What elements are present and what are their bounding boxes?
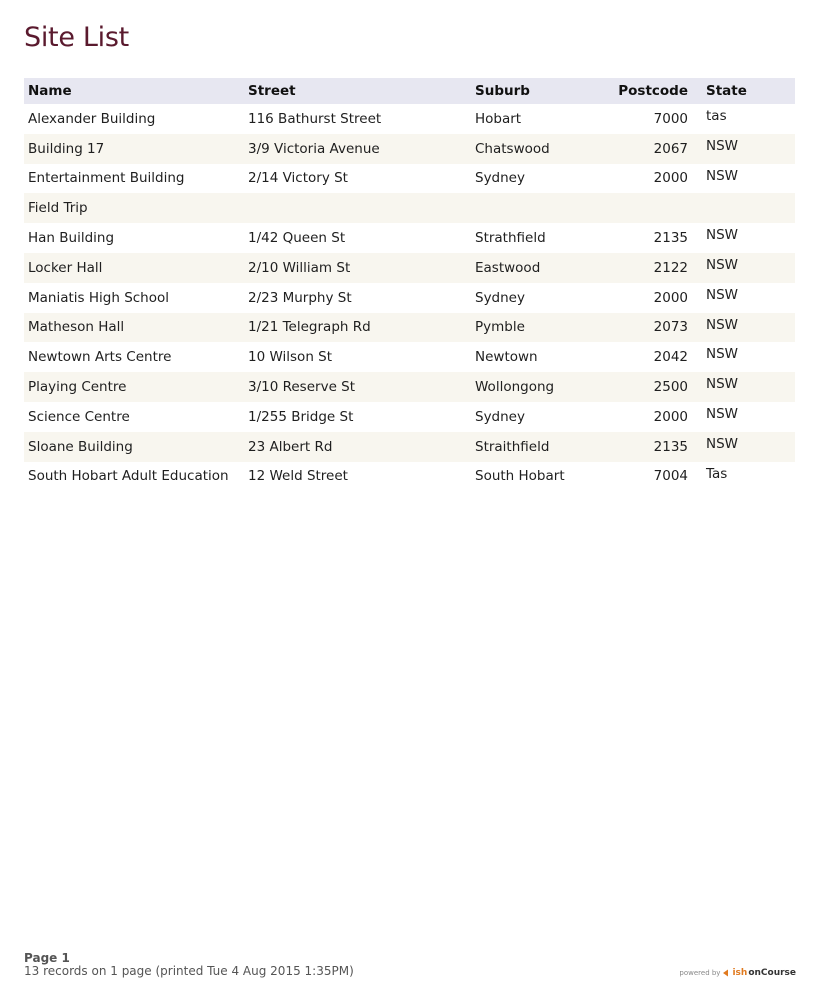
- table-body: Alexander Building 116 Bathurst Street Hob…: [24, 104, 795, 491]
- cell-suburb: Pymble: [471, 312, 601, 343]
- column-header-street: Street: [244, 78, 471, 104]
- cell-suburb: Hobart: [475, 110, 522, 127]
- cell-name: Building 17: [24, 133, 244, 164]
- column-header-postcode: Postcode: [601, 78, 702, 104]
- cell-street: 2/14 Victory St: [248, 170, 348, 187]
- cell-postcode: 7000: [653, 110, 688, 127]
- cell-street: 1/42 Queen St: [248, 230, 346, 247]
- cell-street: 3/10 Reserve St: [244, 372, 471, 402]
- cell-suburb: Sydney: [475, 289, 525, 306]
- cell-suburb: Chatswood: [471, 133, 601, 164]
- cell-name: Matheson Hall: [24, 312, 244, 343]
- cell-postcode: 2135: [601, 431, 702, 462]
- cell-name: Sloane Building: [24, 431, 244, 462]
- cell-state: [702, 193, 795, 224]
- cell-street: 10 Wilson St: [248, 349, 333, 366]
- powered-by-badge: powered by ish onCourse: [679, 968, 796, 978]
- powered-by-label: powered by: [679, 969, 721, 977]
- cell-postcode: 2073: [601, 312, 702, 343]
- cell-state: tas: [706, 108, 727, 124]
- cell-suburb: Eastwood: [471, 252, 601, 283]
- logo-oncourse-text: onCourse: [748, 968, 796, 978]
- table-row: Sloane Building 23 Albert Rd Straithfield 2…: [24, 431, 795, 462]
- cell-street: 2/10 William St: [244, 252, 471, 283]
- report-footer: Page 1 13 records on 1 page (printed Tue…: [24, 952, 354, 978]
- cell-suburb: Strathfield: [475, 230, 546, 247]
- cell-street: 116 Bathurst Street: [248, 110, 382, 127]
- cell-suburb: Sydney: [475, 170, 525, 187]
- cell-name: Han Building: [28, 230, 115, 247]
- column-header-suburb: Suburb: [471, 78, 601, 104]
- cell-street: [244, 193, 471, 224]
- cell-street: 2/23 Murphy St: [248, 289, 352, 306]
- cell-suburb: Newtown: [475, 349, 538, 366]
- table-row: Alexander Building 116 Bathurst Street Hob…: [24, 104, 795, 134]
- cell-postcode: 2042: [653, 349, 688, 366]
- cell-suburb: [471, 193, 601, 224]
- records-summary: 13 records on 1 page (printed Tue 4 Aug …: [24, 964, 354, 978]
- report-title: Site List: [24, 22, 129, 53]
- cell-suburb: Wollongong: [471, 372, 601, 402]
- cell-name: Field Trip: [24, 193, 244, 224]
- cell-state: NSW: [706, 405, 739, 422]
- cell-postcode: 2000: [653, 170, 688, 187]
- cell-postcode: 2122: [601, 252, 702, 283]
- column-header-name: Name: [24, 78, 244, 104]
- cell-postcode: 2067: [601, 133, 702, 164]
- cell-state: NSW: [706, 227, 739, 244]
- table-row: Playing Centre 3/10 Reserve St Wollongong 2…: [24, 372, 795, 402]
- table-row: Entertainment Building 2/14 Victory St Syd…: [24, 164, 795, 194]
- cell-suburb: South Hobart: [475, 468, 565, 485]
- cell-street: 1/255 Bridge St: [248, 408, 354, 425]
- cell-state: NSW: [702, 372, 795, 402]
- ish-oncourse-logo-icon: ish onCourse: [723, 968, 796, 978]
- table-header-row: Name Street Suburb Postcode State: [24, 78, 795, 104]
- table-row: Maniatis High School 2/23 Murphy St Sydney…: [24, 283, 795, 313]
- cell-postcode: 2000: [653, 408, 688, 425]
- cell-street: 3/9 Victoria Avenue: [244, 133, 471, 164]
- cell-postcode: 2000: [653, 289, 688, 306]
- cell-name: Newtown Arts Centre: [28, 349, 172, 366]
- cell-name: Locker Hall: [24, 252, 244, 283]
- cell-state: NSW: [706, 346, 739, 363]
- cell-state: Tas: [706, 465, 728, 482]
- cell-name: Science Centre: [28, 408, 130, 425]
- cell-street: 1/21 Telegraph Rd: [244, 312, 471, 343]
- cell-state: NSW: [702, 133, 795, 164]
- column-header-state: State: [702, 78, 795, 104]
- cell-suburb: Sydney: [475, 408, 525, 425]
- cell-postcode: 2135: [653, 230, 688, 247]
- cell-state: NSW: [702, 252, 795, 283]
- site-list-table: Name Street Suburb Postcode State Alexan…: [24, 78, 795, 491]
- cell-postcode: [601, 193, 702, 224]
- cell-state: NSW: [702, 312, 795, 343]
- cell-street: 23 Albert Rd: [244, 431, 471, 462]
- table-row: Newtown Arts Centre 10 Wilson St Newtown 20…: [24, 342, 795, 372]
- cell-state: NSW: [706, 286, 739, 303]
- cell-name: Playing Centre: [24, 372, 244, 402]
- table-row: Field Trip: [24, 193, 795, 224]
- table-row: South Hobart Adult Education 12 Weld Stre…: [24, 462, 795, 492]
- cell-name: Alexander Building: [28, 110, 156, 127]
- cell-state: NSW: [702, 431, 795, 462]
- cell-suburb: Straithfield: [471, 431, 601, 462]
- cell-postcode: 7004: [653, 468, 688, 485]
- logo-ish-text: ish: [732, 968, 748, 978]
- cell-state: NSW: [706, 167, 739, 184]
- logo-mark-icon: [723, 969, 729, 977]
- table-row: Science Centre 1/255 Bridge St Sydney 2000 N…: [24, 402, 795, 432]
- table-row: Building 17 3/9 Victoria Avenue Chatswood 2…: [24, 133, 795, 164]
- cell-street: 12 Weld Street: [248, 468, 348, 485]
- table-row: Matheson Hall 1/21 Telegraph Rd Pymble 2073…: [24, 312, 795, 343]
- cell-name: Entertainment Building: [28, 170, 185, 187]
- table-row: Locker Hall 2/10 William St Eastwood 2122 NS…: [24, 252, 795, 283]
- cell-name: South Hobart Adult Education: [28, 468, 229, 485]
- table-row: Han Building 1/42 Queen St Strathfield 2135…: [24, 223, 795, 253]
- cell-name: Maniatis High School: [28, 289, 170, 306]
- cell-postcode: 2500: [601, 372, 702, 402]
